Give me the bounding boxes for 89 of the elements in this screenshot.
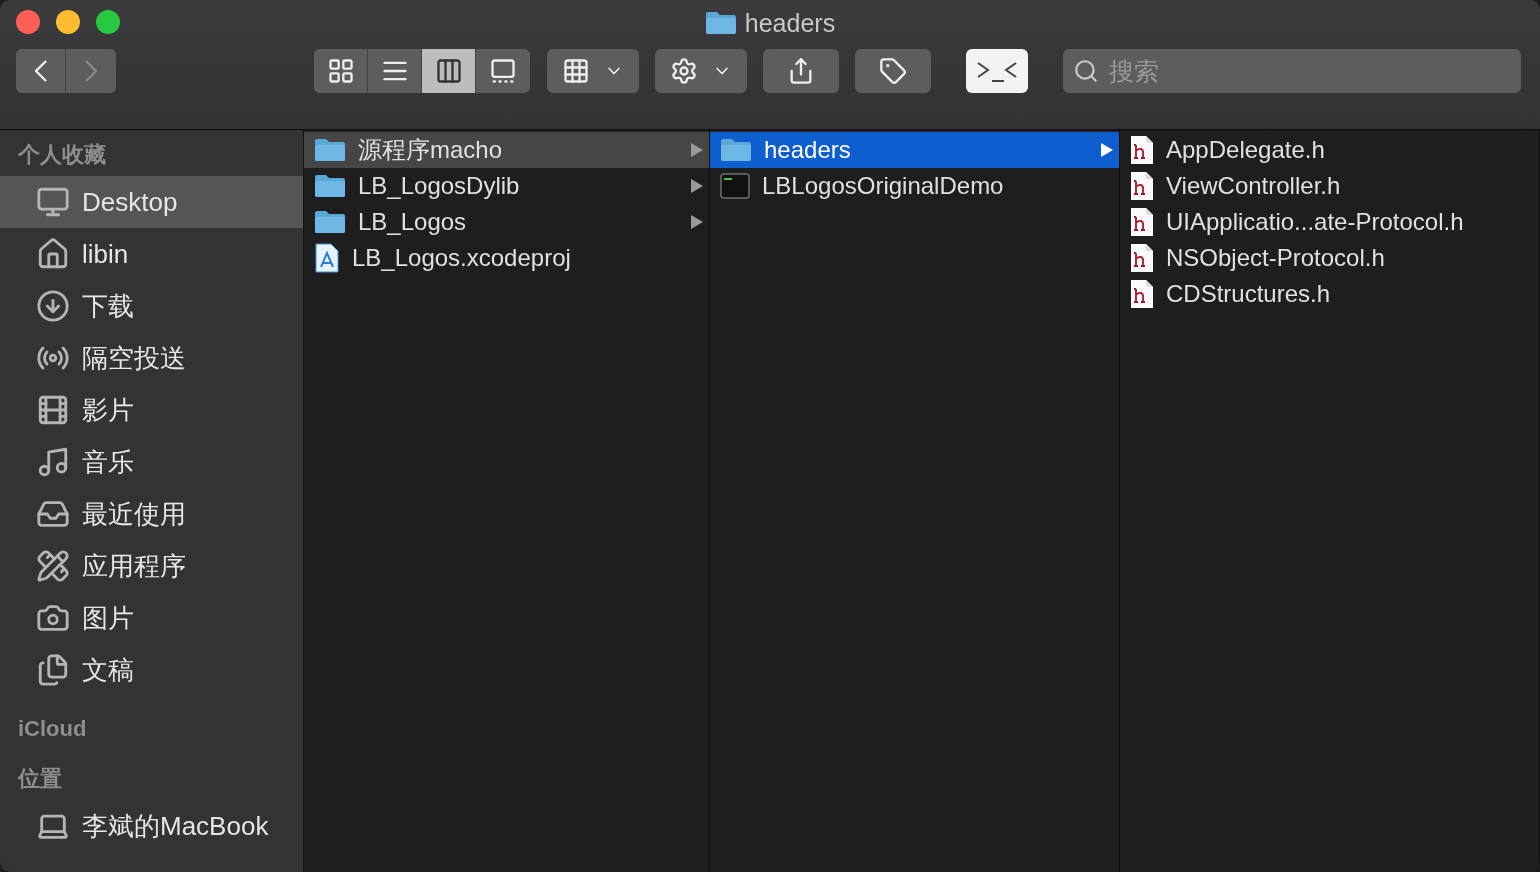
file-name: AppDelegate.h	[1166, 136, 1325, 164]
folder-icon	[704, 11, 737, 35]
file-name: 源程序macho	[358, 135, 503, 165]
terminal-file-icon	[720, 173, 750, 199]
sidebar-item[interactable]: 隔空投送	[0, 332, 303, 384]
sidebar-item[interactable]: 图片	[0, 592, 303, 644]
folder-icon	[720, 138, 752, 162]
share-button[interactable]	[763, 49, 839, 93]
sidebar-item-label: 文稿	[82, 653, 134, 687]
sidebar-section-title: iCloud	[17, 715, 88, 743]
header-file-icon	[1130, 135, 1154, 165]
download-icon	[36, 289, 70, 323]
zoom-button[interactable]	[96, 10, 120, 34]
sidebar-item[interactable]: 下载	[0, 280, 303, 332]
forward-icon	[85, 60, 97, 82]
file-row[interactable]: headers	[710, 132, 1119, 168]
file-name: LB_Logos.xcodeproj	[352, 244, 571, 272]
sidebar-item[interactable]: 李斌的MacBook	[0, 800, 303, 852]
header-file-icon	[1130, 243, 1154, 273]
file-row[interactable]: LB_Logos.xcodeproj	[304, 240, 709, 276]
file-row[interactable]: LBLogosOriginalDemo	[710, 168, 1119, 204]
header-file-icon	[1130, 279, 1154, 309]
grid-icon	[326, 57, 355, 85]
file-name: headers	[764, 136, 851, 164]
file-name: ViewController.h	[1166, 172, 1341, 200]
columns-icon	[434, 57, 463, 85]
gallery-icon	[489, 57, 517, 85]
sidebar-item-label: 应用程序	[82, 549, 186, 583]
project-file-icon	[314, 243, 340, 273]
sidebar-item-label: 音乐	[82, 445, 134, 479]
documents-icon	[36, 653, 70, 687]
sidebar-item[interactable]: libin	[0, 228, 303, 280]
grid-icon	[562, 57, 590, 85]
back-icon	[34, 60, 47, 82]
tag-icon	[879, 57, 907, 85]
sidebar-section-title: 个人收藏	[16, 141, 107, 169]
film-icon	[36, 393, 70, 427]
settings-icon	[670, 57, 698, 85]
sidebar-item-label: libin	[82, 238, 129, 270]
sidebar-item-label: 下载	[82, 289, 134, 323]
file-name: LB_LogosDylib	[358, 172, 520, 200]
file-row[interactable]: UIApplicatio...ate-Protocol.h	[1120, 204, 1539, 240]
group-button[interactable]	[547, 49, 639, 93]
file-name: NSObject-Protocol.h	[1166, 244, 1385, 272]
sidebar-item-label: 影片	[82, 393, 134, 427]
folder-icon	[314, 138, 346, 162]
folder-icon	[314, 210, 346, 234]
sidebar-item[interactable]: 音乐	[0, 436, 303, 488]
file-row[interactable]: ViewController.h	[1120, 168, 1539, 204]
sidebar-item-label: 李斌的MacBook	[82, 809, 269, 843]
view-mode-button[interactable]	[314, 49, 368, 93]
header-file-icon	[1130, 171, 1154, 201]
file-name: LBLogosOriginalDemo	[762, 172, 1004, 200]
file-row[interactable]: AppDelegate.h	[1120, 132, 1539, 168]
sidebar-item[interactable]: Desktop	[0, 176, 303, 228]
file-name: CDStructures.h	[1166, 280, 1331, 308]
file-name: UIApplicatio...ate-Protocol.h	[1166, 208, 1464, 236]
sidebar-section-title: 位置	[16, 765, 63, 793]
sidebar-item-label: 图片	[82, 601, 134, 635]
tag-button[interactable]	[855, 49, 931, 93]
file-row[interactable]: 源程序macho	[304, 132, 709, 168]
sidebar-item-label: 隔空投送	[82, 341, 186, 375]
file-row[interactable]: CDStructures.h	[1120, 276, 1539, 312]
terminal-prompt-icon	[976, 59, 1018, 83]
sidebar-item[interactable]: 最近使用	[0, 488, 303, 540]
file-row[interactable]: LB_LogosDylib	[304, 168, 709, 204]
header-file-icon	[1130, 207, 1154, 237]
file-row[interactable]: LB_Logos	[304, 204, 709, 240]
back-button[interactable]	[16, 49, 66, 93]
sidebar-item[interactable]: 影片	[0, 384, 303, 436]
folder-icon	[314, 174, 346, 198]
view-mode-button[interactable]	[422, 49, 476, 93]
monitor-icon	[36, 185, 70, 219]
music-note-icon	[36, 445, 70, 479]
file-row[interactable]: NSObject-Protocol.h	[1120, 240, 1539, 276]
action-button[interactable]	[655, 49, 747, 93]
search-field[interactable]: 搜索	[1063, 49, 1521, 93]
home-icon	[36, 237, 70, 271]
sidebar-item-label: Desktop	[82, 186, 178, 218]
sidebar-item[interactable]: 应用程序	[0, 540, 303, 592]
close-button[interactable]	[16, 10, 40, 34]
pencil-ruler-icon	[36, 549, 70, 583]
minimize-button[interactable]	[56, 10, 80, 34]
file-name: LB_Logos	[358, 208, 467, 236]
search-icon	[1073, 58, 1099, 84]
window-title: headers	[744, 8, 836, 38]
terminal-button[interactable]	[966, 49, 1028, 93]
sidebar-item[interactable]: 文稿	[0, 644, 303, 696]
sidebar-item-label: 最近使用	[82, 497, 186, 531]
